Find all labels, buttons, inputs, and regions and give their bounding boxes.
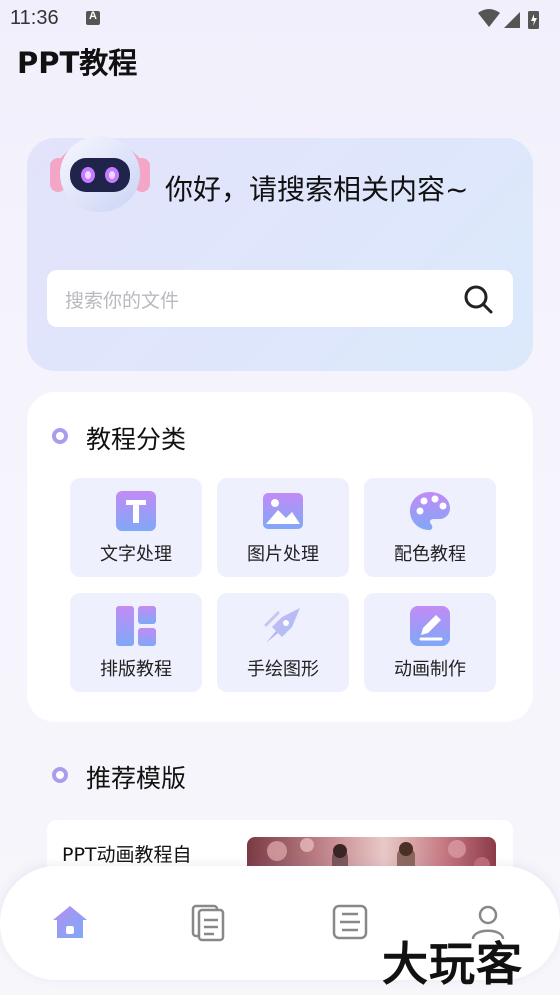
category-label: 配色教程: [394, 544, 466, 565]
app-title: PPT教程: [17, 46, 138, 80]
wifi-icon: [478, 9, 500, 27]
section-bullet-icon: [52, 428, 68, 444]
category-hand-drawn[interactable]: 手绘图形: [217, 593, 349, 692]
category-label: 文字处理: [100, 544, 172, 565]
category-color-scheme[interactable]: 配色教程: [364, 478, 496, 577]
status-time: 11:36: [10, 7, 59, 29]
text-t-icon: [116, 491, 156, 531]
template-title: PPT动画教程自: [62, 844, 192, 866]
category-layout[interactable]: 排版教程: [70, 593, 202, 692]
category-label: 手绘图形: [247, 659, 319, 680]
status-bar: 11:36: [0, 0, 560, 38]
section-bullet-icon: [52, 767, 68, 783]
edit-pencil-icon: [410, 606, 450, 646]
hero-greeting: 你好，请搜索相关内容~: [165, 173, 469, 206]
layout-icon: [116, 606, 156, 646]
notification-a-icon: [86, 10, 100, 25]
recommended-title: 推荐模版: [86, 764, 187, 793]
watermark: 大玩客: [382, 937, 523, 991]
search-placeholder: 搜索你的文件: [65, 290, 180, 312]
robot-mascot-icon: [50, 136, 150, 212]
documents-icon[interactable]: [188, 902, 228, 942]
signal-icon: [504, 12, 520, 28]
category-label: 动画制作: [394, 659, 466, 680]
status-indicators-icon: [478, 9, 539, 29]
category-image-processing[interactable]: 图片处理: [217, 478, 349, 577]
search-input[interactable]: 搜索你的文件: [47, 270, 513, 327]
scan-icon[interactable]: [330, 902, 370, 942]
search-icon[interactable]: [463, 284, 493, 314]
category-label: 图片处理: [247, 544, 319, 565]
home-icon[interactable]: [50, 902, 90, 942]
image-icon: [263, 493, 303, 529]
palette-icon: [410, 492, 450, 530]
pen-nib-icon: [264, 608, 300, 643]
category-label: 排版教程: [100, 659, 172, 680]
category-text-processing[interactable]: 文字处理: [70, 478, 202, 577]
category-animation[interactable]: 动画制作: [364, 593, 496, 692]
categories-title: 教程分类: [86, 425, 187, 454]
